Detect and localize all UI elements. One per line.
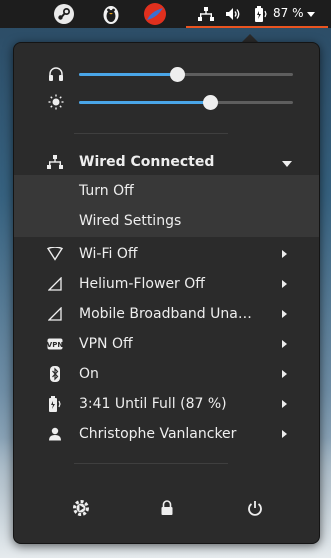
volume-slider-handle[interactable] <box>170 67 186 82</box>
chevron-right-icon <box>282 400 287 408</box>
volume-icon <box>226 6 242 22</box>
wifi-label: Wi-Fi Off <box>79 246 138 262</box>
vpn-icon: VPN <box>47 336 63 352</box>
chevron-right-icon <box>282 370 287 378</box>
bluetooth-icon <box>47 366 63 382</box>
battery-percent: 87 % <box>273 6 304 20</box>
wired-network-icon <box>47 154 63 170</box>
brightness-slider[interactable] <box>79 95 293 110</box>
headphones-icon <box>48 66 64 82</box>
chevron-right-icon <box>282 310 287 318</box>
bluetooth-item[interactable]: On <box>14 359 319 389</box>
top-bar: 87 % <box>0 0 331 28</box>
separator <box>74 133 228 134</box>
chevron-right-icon <box>282 280 287 288</box>
battery-label: 3:41 Until Full (87 %) <box>79 396 227 412</box>
battery-charging-icon <box>254 6 268 22</box>
brightness-slider-row <box>14 90 319 114</box>
vpn-label: VPN Off <box>79 336 133 352</box>
wired-connected-header[interactable]: Wired Connected <box>14 147 319 177</box>
wired-settings-item[interactable]: Wired Settings <box>14 206 319 236</box>
volume-slider[interactable] <box>79 67 293 82</box>
volume-slider-row <box>14 62 319 86</box>
vpn-item[interactable]: VPN VPN Off <box>14 329 319 359</box>
chevron-down-icon <box>307 12 315 17</box>
separator <box>74 463 228 464</box>
chevron-right-icon <box>282 340 287 348</box>
chevron-down-icon <box>282 161 292 167</box>
chevron-right-icon <box>282 250 287 258</box>
user-item[interactable]: Christophe Vanlancker <box>14 419 319 449</box>
wired-connected-label: Wired Connected <box>79 154 215 170</box>
lock-icon <box>161 500 173 515</box>
mobile-broadband-icon <box>47 306 63 322</box>
chevron-right-icon <box>282 430 287 438</box>
user-label: Christophe Vanlancker <box>79 426 237 442</box>
wifi-item[interactable]: Wi-Fi Off <box>14 239 319 269</box>
user-icon <box>47 426 63 442</box>
bluetooth-label: On <box>79 366 99 382</box>
battery-item[interactable]: 3:41 Until Full (87 %) <box>14 389 319 419</box>
helium-flower-item[interactable]: Helium-Flower Off <box>14 269 319 299</box>
brightness-icon <box>48 94 64 110</box>
steam-icon[interactable] <box>52 2 76 26</box>
brightness-slider-handle[interactable] <box>202 95 218 110</box>
turn-off-label: Turn Off <box>79 183 134 199</box>
wired-settings-label: Wired Settings <box>79 213 182 229</box>
turn-off-item[interactable]: Turn Off <box>14 176 319 206</box>
settings-button[interactable] <box>68 495 94 521</box>
power-icon <box>248 501 262 516</box>
wired-network-icon <box>198 6 214 22</box>
battery-charging-icon <box>47 396 63 412</box>
power-button[interactable] <box>242 495 268 521</box>
wifi-icon <box>47 246 63 262</box>
wired-submenu: Turn Off Wired Settings <box>14 175 319 237</box>
mobile-broadband-label: Mobile Broadband Una… <box>79 306 252 322</box>
system-menu-panel: Wired Connected Turn Off Wired Settings … <box>13 42 320 544</box>
settings-icon <box>73 500 89 516</box>
mobile-broadband-item[interactable]: Mobile Broadband Una… <box>14 299 319 329</box>
signal-icon <box>47 276 63 292</box>
tux-icon[interactable] <box>99 2 123 26</box>
app-red-icon[interactable] <box>143 2 167 26</box>
helium-flower-label: Helium-Flower Off <box>79 276 205 292</box>
lock-button[interactable] <box>154 495 180 521</box>
svg-text:VPN: VPN <box>47 341 63 349</box>
